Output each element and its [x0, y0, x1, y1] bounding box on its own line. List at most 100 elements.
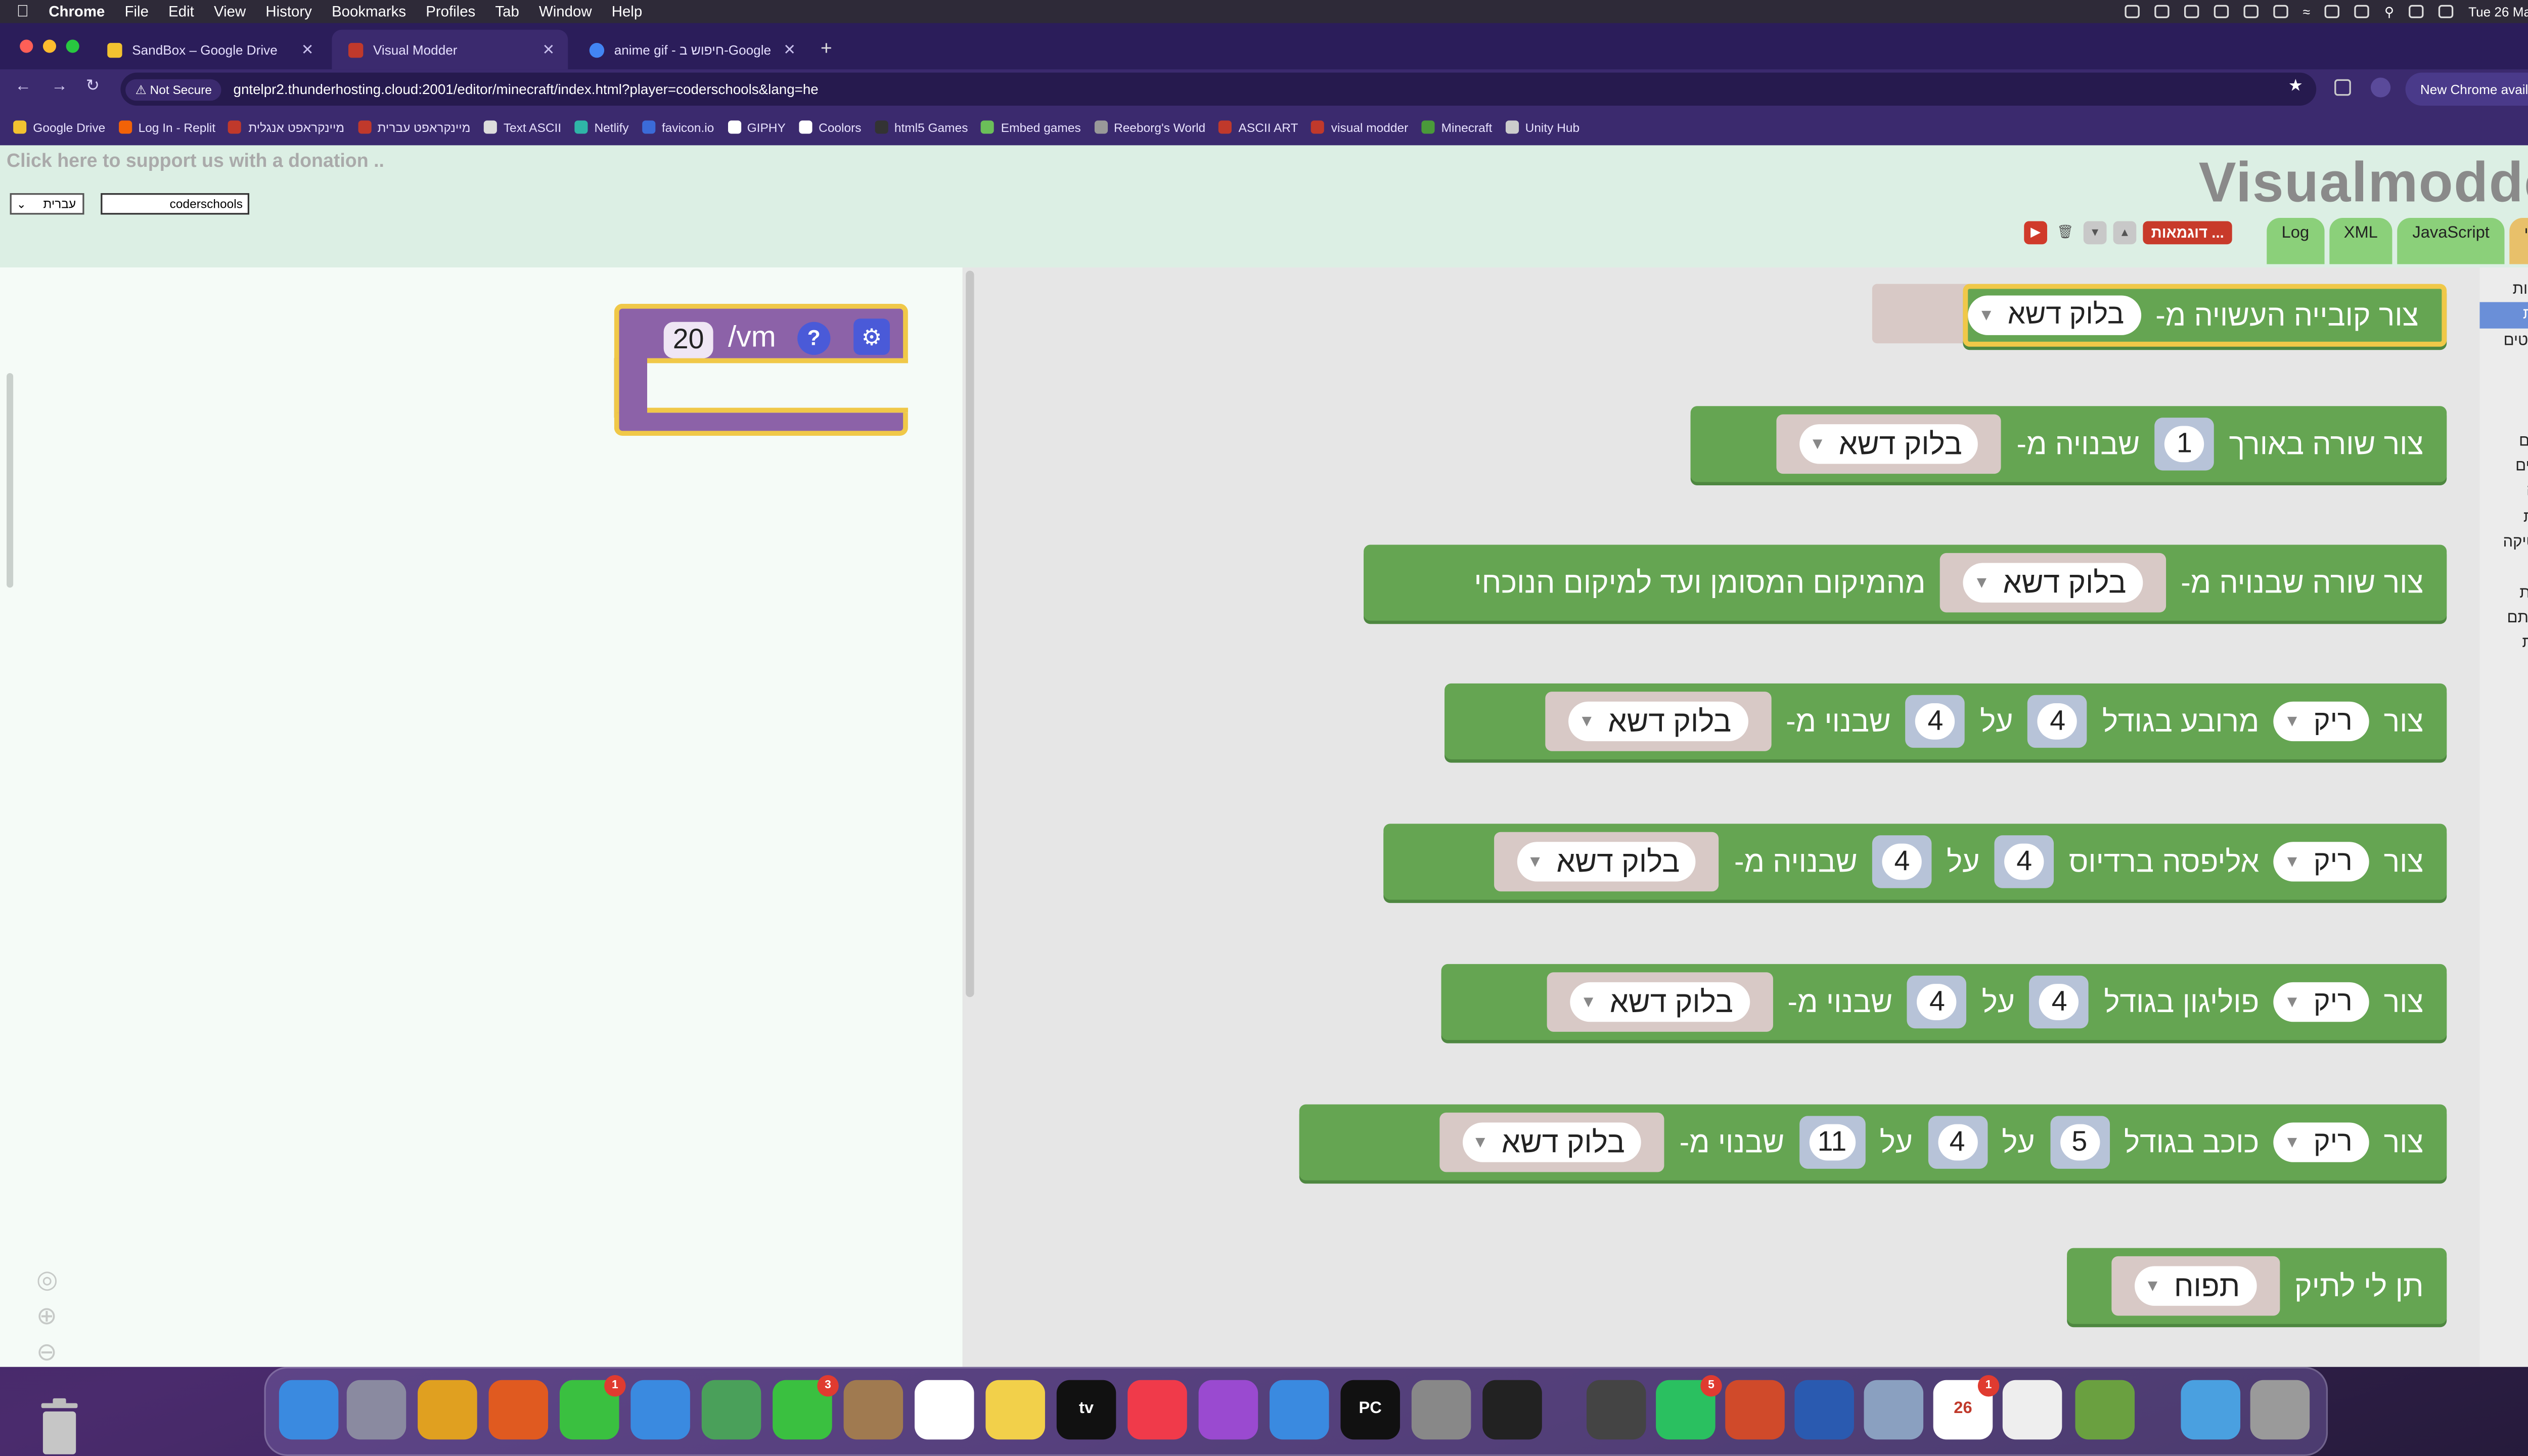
bookmark-item[interactable]: Text ASCII	[483, 120, 561, 134]
bookmark-item[interactable]: Coolors	[798, 120, 862, 134]
upload-icon[interactable]: ▴	[2113, 221, 2137, 245]
block-create-polygon[interactable]: צור ריק ▼ פוליגון בגודל 4 על 4 שבנוי מ- ב…	[1441, 964, 2447, 1040]
length-field[interactable]: 1	[2154, 418, 2215, 471]
block-create-ellipse[interactable]: צור ריק ▼ אליפסה ברדיוס 4 על 4 שבנויה מ- …	[1383, 824, 2447, 900]
minimize-window-button[interactable]	[42, 39, 57, 53]
dock-app-launchpad[interactable]	[346, 1380, 407, 1440]
zoom-out-icon[interactable]: ⊖	[36, 1336, 58, 1372]
category-item[interactable]: פונקציות	[2479, 278, 2528, 303]
menu-edit[interactable]: Edit	[168, 4, 194, 20]
bookmark-item[interactable]: Reeborg's World	[1094, 120, 1205, 134]
dock-app-preview[interactable]	[1864, 1380, 1924, 1440]
material-dropdown[interactable]: בלוק דשא ▼	[1963, 563, 2143, 603]
status-icon[interactable]	[2214, 5, 2229, 18]
tab-google-search[interactable]: anime gif - חיפוש ב-Google ✕	[573, 30, 809, 69]
bookmark-star-icon[interactable]: ★	[2288, 77, 2303, 96]
bookmark-item[interactable]: Embed games	[981, 120, 1081, 134]
category-item[interactable]: מתמטיקה	[2479, 530, 2528, 555]
menu-window[interactable]: Window	[539, 4, 592, 20]
block-give-item[interactable]: תן לי לתיק תפוח ▼	[2067, 1248, 2447, 1324]
close-tab-icon[interactable]: ✕	[783, 40, 796, 59]
tab-xml[interactable]: XML	[2329, 218, 2393, 264]
gear-icon[interactable]: ⚙	[853, 318, 890, 355]
bookmark-item[interactable]: ASCII ART	[1218, 120, 1298, 134]
new-chrome-button[interactable]: New Chrome available	[2405, 72, 2528, 106]
size-c-field[interactable]: 11	[1799, 1116, 1865, 1169]
menu-bookmarks[interactable]: Bookmarks	[332, 4, 406, 20]
dock-app-mail[interactable]	[630, 1380, 690, 1440]
size-b-field[interactable]: 4	[1906, 695, 1965, 748]
dock-app-firefox[interactable]	[488, 1380, 549, 1440]
close-tab-icon[interactable]: ✕	[301, 40, 314, 59]
status-icon[interactable]	[2273, 5, 2288, 18]
dock-app-reminders[interactable]	[914, 1380, 974, 1440]
menu-history[interactable]: History	[265, 4, 311, 20]
block-create-line-to-position[interactable]: צור שורה שבנויה מ- בלוק דשא ▼ מהמיקום המס…	[1364, 544, 2447, 621]
dock-app-unity-hub[interactable]	[1586, 1380, 1646, 1440]
language-select[interactable]: ⌄ עברית	[10, 193, 84, 215]
category-item[interactable]: אלגוריתם	[2479, 606, 2528, 631]
apple-icon[interactable]: 	[17, 3, 29, 21]
size-b-field[interactable]: 4	[1927, 1116, 1987, 1169]
dock-app-textedit[interactable]	[2002, 1380, 2062, 1440]
close-tab-icon[interactable]: ✕	[542, 40, 555, 59]
examples-button[interactable]: דוגמאות ...	[2143, 221, 2233, 245]
status-icon[interactable]	[2325, 5, 2340, 18]
block-create-square[interactable]: צור ריק ▼ מרובע בגודל 4 על 4 שבנוי מ- בלו…	[1444, 683, 2447, 760]
block-create-star[interactable]: צור ריק ▼ כוכב בגודל 5 על 4 על 11 שבנוי מ…	[1299, 1104, 2447, 1180]
tab-code-snippets[interactable]: קטעי קוד	[2509, 218, 2528, 264]
close-window-button[interactable]	[20, 39, 33, 53]
material-dropdown[interactable]: בלוק דשא ▼	[1968, 295, 2141, 335]
clock[interactable]: Tue 26 Mar 14:17	[2468, 4, 2528, 19]
bookmark-item[interactable]: html5 Games	[874, 120, 968, 134]
bookmark-item[interactable]: Unity Hub	[1505, 120, 1579, 134]
category-item[interactable]: אובייקטים	[2479, 328, 2528, 353]
profile-avatar[interactable]	[2370, 77, 2391, 98]
dock-app-powerpoint[interactable]	[1725, 1380, 1785, 1440]
size-a-field[interactable]: 5	[2050, 1116, 2109, 1169]
new-tab-icon[interactable]: +	[821, 36, 832, 60]
status-icon[interactable]	[2184, 5, 2199, 18]
fill-dropdown[interactable]: ריק ▼	[2274, 701, 2369, 742]
help-icon[interactable]: ?	[797, 322, 831, 355]
siri-icon[interactable]	[2439, 5, 2454, 18]
bookmark-item[interactable]: Netlify	[574, 120, 629, 134]
category-item[interactable]: מערכת	[2479, 631, 2528, 656]
zoom-window-button[interactable]	[66, 39, 79, 53]
tab-log[interactable]: Log	[2267, 218, 2324, 264]
category-item[interactable]: לולאות	[2479, 505, 2528, 530]
dock-app-messages[interactable]: 1	[559, 1375, 626, 1440]
dock-app-finder[interactable]	[279, 1380, 339, 1440]
command-block[interactable]: 20 /vm ? ⚙	[614, 303, 908, 436]
dock-app-calendar[interactable]: 26 1	[1933, 1375, 2000, 1440]
dock-app-whatsapp[interactable]: 5	[1656, 1375, 1722, 1440]
delete-icon[interactable]: 🗑	[2054, 221, 2077, 245]
category-item[interactable]: טקסט	[2479, 555, 2528, 580]
dock-app-system-settings[interactable]	[1411, 1380, 1471, 1440]
bookmark-item[interactable]: מיינקראפט אנגלית	[229, 120, 344, 134]
dock-app-tv[interactable]: tv	[1056, 1380, 1116, 1440]
recenter-icon[interactable]: ◎	[36, 1263, 58, 1299]
material-dropdown[interactable]: בלוק דשא ▼	[1570, 982, 1750, 1022]
menu-help[interactable]: Help	[612, 4, 642, 20]
status-icon[interactable]	[2243, 5, 2259, 18]
size-a-field[interactable]: 4	[2029, 975, 2089, 1029]
status-icon[interactable]	[2125, 5, 2140, 18]
category-item[interactable]: ציור	[2479, 403, 2528, 429]
category-item[interactable]: זמן	[2479, 353, 2528, 378]
bookmark-item[interactable]: GIPHY	[727, 120, 786, 134]
fill-dropdown[interactable]: ריק ▼	[2274, 842, 2369, 882]
dock-app-maps[interactable]	[701, 1380, 761, 1440]
radius-a-field[interactable]: 4	[1994, 835, 2054, 888]
dock-app-pycharm[interactable]: PC	[1340, 1380, 1400, 1440]
fill-dropdown[interactable]: ריק ▼	[2274, 1122, 2369, 1162]
dock-app-notes[interactable]	[985, 1380, 1045, 1440]
status-icon[interactable]	[2154, 5, 2170, 18]
dock-app-minecraft[interactable]	[1482, 1380, 1542, 1440]
category-item[interactable]: משתנים	[2479, 454, 2528, 479]
size-b-field[interactable]: 4	[1907, 975, 1967, 1029]
category-item[interactable]: פעולות	[2479, 302, 2528, 328]
download-icon[interactable]: ▾	[2083, 221, 2107, 245]
workspace-vertical-scrollbar[interactable]	[7, 373, 14, 588]
tab-javascript[interactable]: JavaScript	[2398, 218, 2505, 264]
